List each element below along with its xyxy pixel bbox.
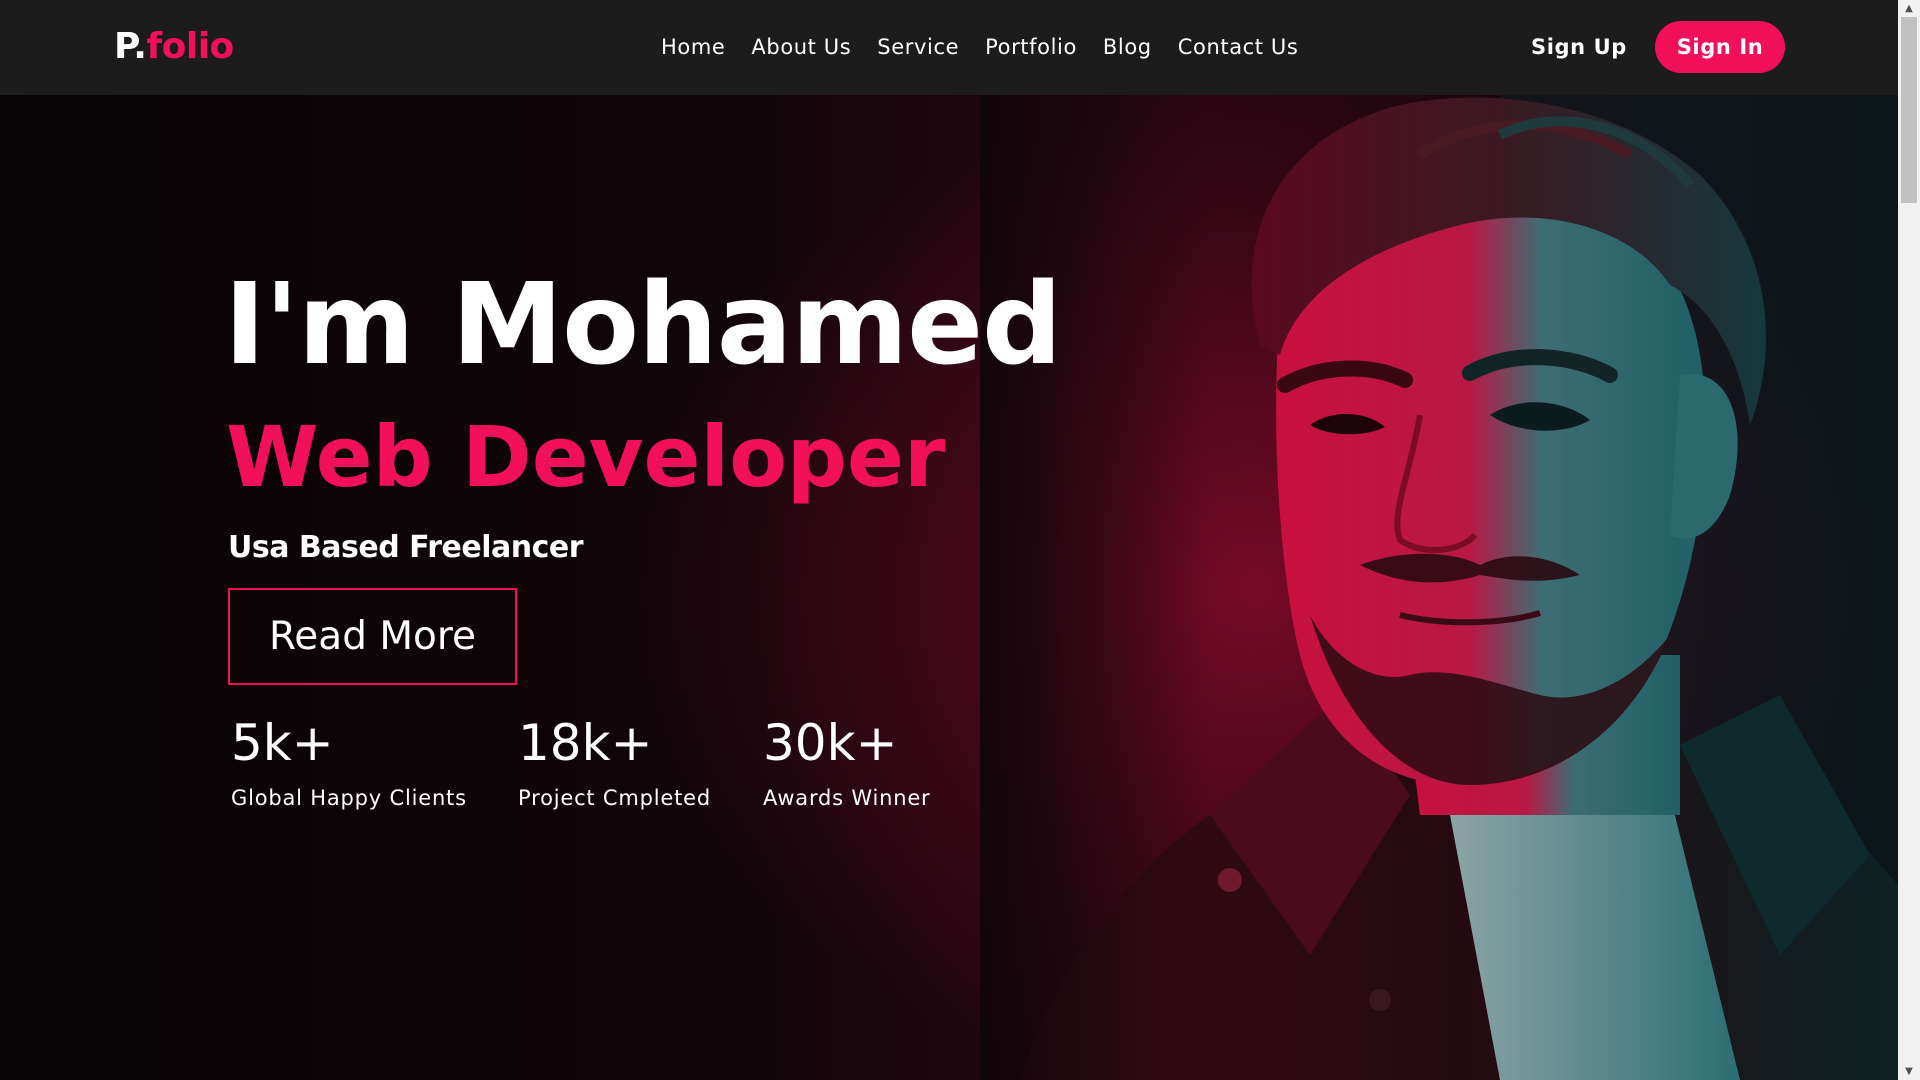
stat-label: Project Cmpleted	[518, 786, 712, 810]
nav-about-us[interactable]: About Us	[751, 31, 851, 63]
logo-suffix: folio	[146, 26, 234, 67]
page: P.folio Home About Us Service Portfolio …	[0, 0, 1920, 1080]
nav-portfolio[interactable]: Portfolio	[985, 31, 1077, 63]
read-more-button[interactable]: Read More	[228, 588, 517, 685]
main-nav: Home About Us Service Portfolio Blog Con…	[661, 31, 1324, 63]
stat-value: 30k+	[763, 714, 898, 772]
nav-contact-us[interactable]: Contact Us	[1178, 31, 1299, 63]
stat-clients: 5k+ Global Happy Clients	[231, 711, 467, 813]
hero-section: I'm Mohamed Web Developer Usa Based Free…	[0, 95, 1898, 1080]
chevron-down-icon[interactable]: ▼	[1898, 1063, 1920, 1080]
page-scrollbar[interactable]: ▲ ▼	[1898, 0, 1920, 1080]
scrollbar-thumb[interactable]	[1901, 17, 1917, 203]
sign-up-link[interactable]: Sign Up	[1531, 31, 1627, 63]
chevron-up-icon[interactable]: ▲	[1898, 0, 1920, 17]
nav-service[interactable]: Service	[877, 31, 959, 63]
stat-value: 5k+	[231, 714, 334, 772]
logo[interactable]: P.folio	[114, 24, 234, 70]
hero-role: Web Developer	[226, 408, 946, 506]
hero-title: I'm Mohamed	[224, 260, 1062, 390]
navbar: P.folio Home About Us Service Portfolio …	[0, 0, 1898, 95]
hero-content: I'm Mohamed Web Developer Usa Based Free…	[0, 95, 1898, 1080]
stat-awards: 30k+ Awards Winner	[763, 711, 930, 813]
stat-label: Global Happy Clients	[231, 786, 467, 810]
nav-home[interactable]: Home	[661, 31, 725, 63]
stat-value: 18k+	[518, 714, 653, 772]
logo-prefix: P.	[114, 26, 147, 67]
sign-in-button[interactable]: Sign In	[1655, 21, 1785, 73]
nav-blog[interactable]: Blog	[1103, 31, 1152, 63]
stat-projects: 18k+ Project Cmpleted	[518, 711, 711, 813]
hero-tagline: Usa Based Freelancer	[228, 530, 584, 565]
stat-label: Awards Winner	[763, 786, 931, 810]
